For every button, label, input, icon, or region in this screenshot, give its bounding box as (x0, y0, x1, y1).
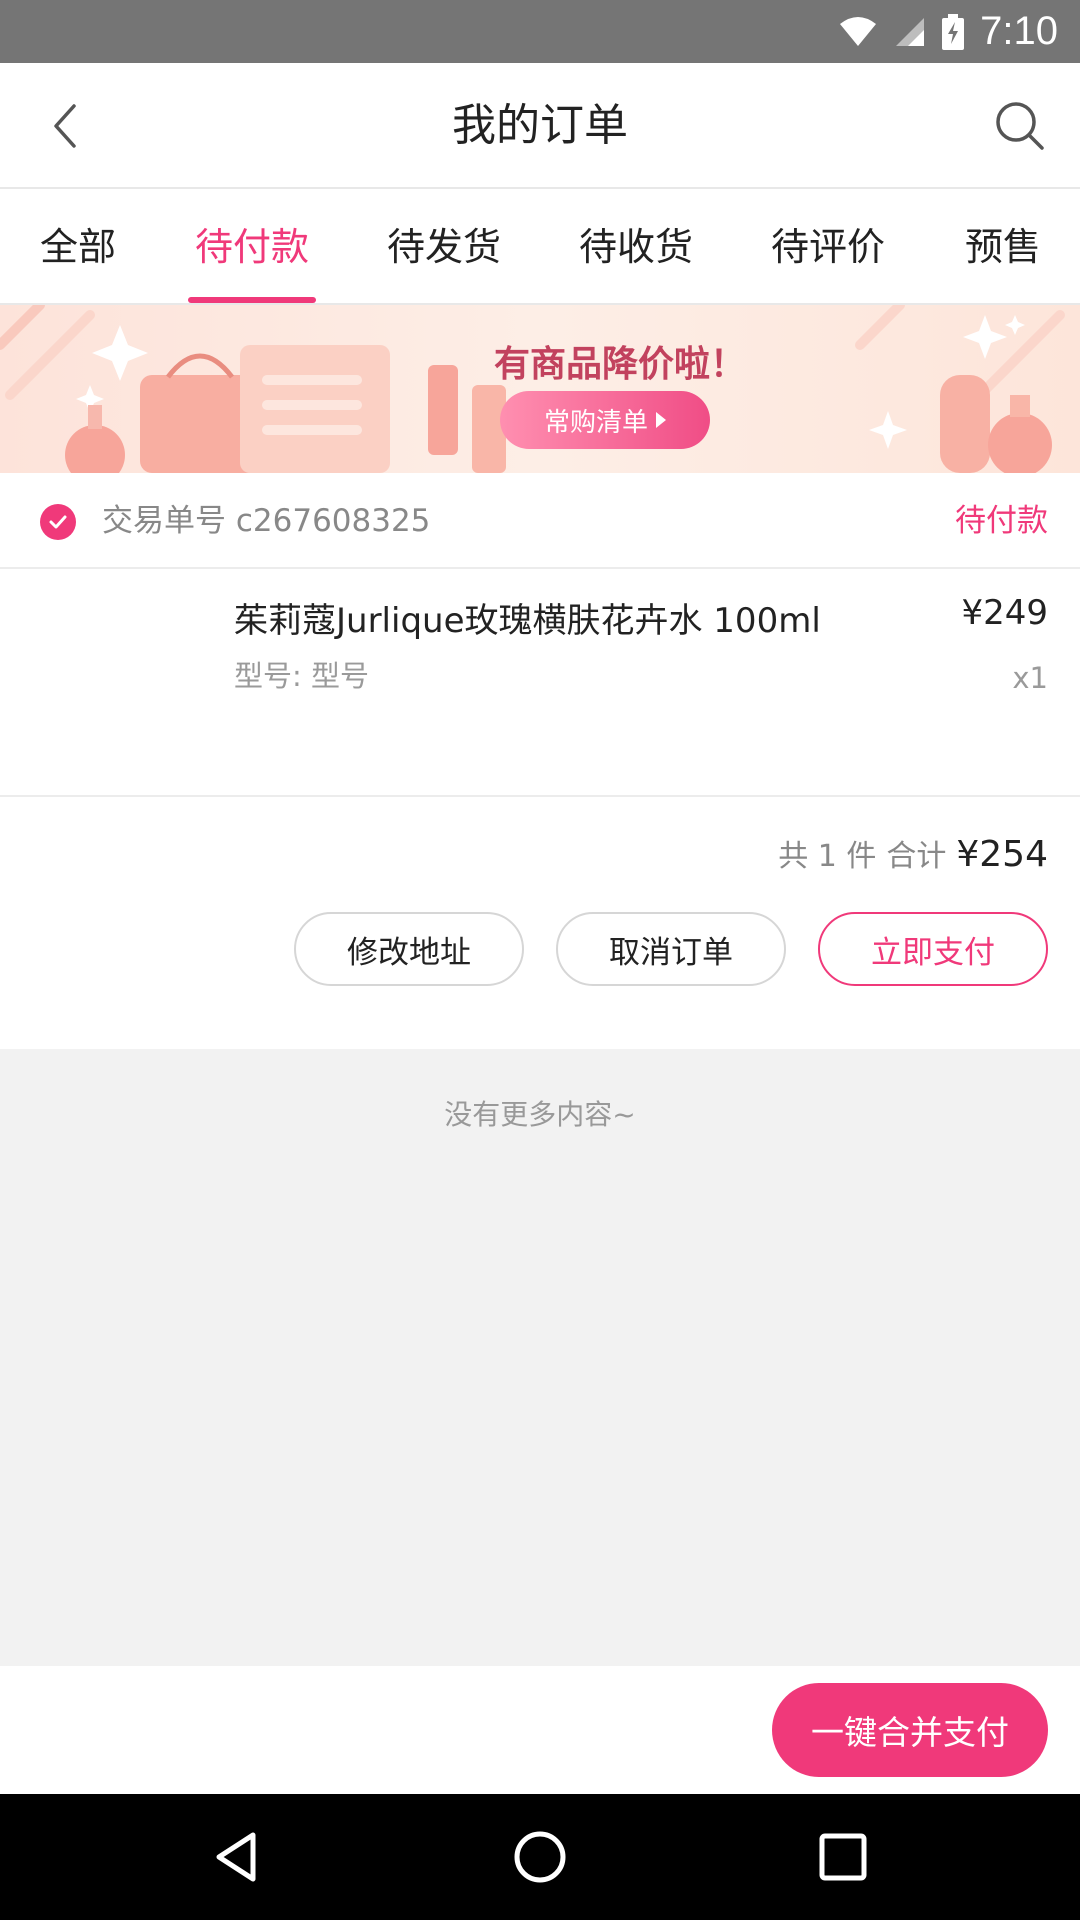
order-total-line: 共 1 件 合计 ¥254 (778, 831, 1048, 875)
order-status: 待付款 (955, 503, 1048, 539)
modify-address-button[interactable]: 修改地址 (294, 912, 524, 986)
play-arrow-icon (656, 412, 666, 428)
product-spec: 型号: 型号 (234, 659, 369, 693)
status-time: 7:10 (980, 9, 1058, 53)
search-button[interactable] (990, 96, 1050, 156)
frequent-list-button[interactable]: 常购清单 (500, 391, 710, 449)
system-nav-bar (0, 1794, 1080, 1920)
tab-all[interactable]: 全部 (28, 189, 128, 305)
pay-now-button[interactable]: 立即支付 (818, 912, 1048, 986)
order-item[interactable]: 茱莉蔻Jurlique玫瑰横肤花卉水 100ml ¥249 型号: 型号 x1 (0, 569, 1080, 797)
wifi-icon (838, 16, 878, 48)
product-name: 茱莉蔻Jurlique玫瑰横肤花卉水 100ml (234, 601, 821, 641)
tab-presale[interactable]: 预售 (958, 189, 1048, 305)
search-icon (996, 102, 1044, 150)
active-tab-indicator (188, 297, 316, 303)
title-bar: 我的订单 (0, 63, 1080, 189)
cancel-order-button[interactable]: 取消订单 (556, 912, 786, 986)
checkbox-checked-icon[interactable] (40, 504, 76, 540)
no-more-content-text: 没有更多内容~ (444, 1098, 636, 1131)
item-count: 共 1 件 (778, 839, 877, 874)
total-value: ¥254 (956, 834, 1048, 875)
tab-pending-receipt[interactable]: 待收货 (572, 189, 700, 305)
order-summary: 共 1 件 合计 ¥254 修改地址 取消订单 立即支付 (0, 797, 1080, 1049)
nav-home-icon[interactable] (505, 1822, 575, 1892)
tab-pending-shipment[interactable]: 待发货 (380, 189, 508, 305)
total-label: 合计 (886, 839, 947, 874)
product-quantity: x1 (1012, 661, 1048, 695)
page-title: 我的订单 (452, 100, 628, 151)
banner-title: 有商品降价啦！ (493, 344, 746, 385)
bottom-action-bar: 一键合并支付 (0, 1666, 1080, 1794)
status-bar: 7:10 (0, 0, 1080, 63)
product-price: ¥249 (961, 593, 1048, 633)
signal-icon (894, 16, 926, 48)
tab-pending-review[interactable]: 待评价 (764, 189, 892, 305)
frequent-list-label: 常购清单 (543, 407, 648, 438)
price-drop-banner[interactable]: 有商品降价啦！ 常购清单 (0, 305, 1080, 473)
merge-pay-button[interactable]: 一键合并支付 (772, 1683, 1048, 1777)
tab-pending-payment[interactable]: 待付款 (188, 189, 316, 305)
nav-recents-icon[interactable] (808, 1822, 878, 1892)
order-header: 交易单号 c267608325 待付款 (0, 473, 1080, 569)
order-tabs: 全部 待付款 待发货 待收货 待评价 预售 (0, 189, 1080, 305)
nav-back-icon[interactable] (202, 1822, 272, 1892)
battery-charging-icon (942, 13, 965, 50)
list-end-area: 没有更多内容~ (0, 1049, 1080, 1666)
order-number: 交易单号 c267608325 (102, 503, 431, 539)
